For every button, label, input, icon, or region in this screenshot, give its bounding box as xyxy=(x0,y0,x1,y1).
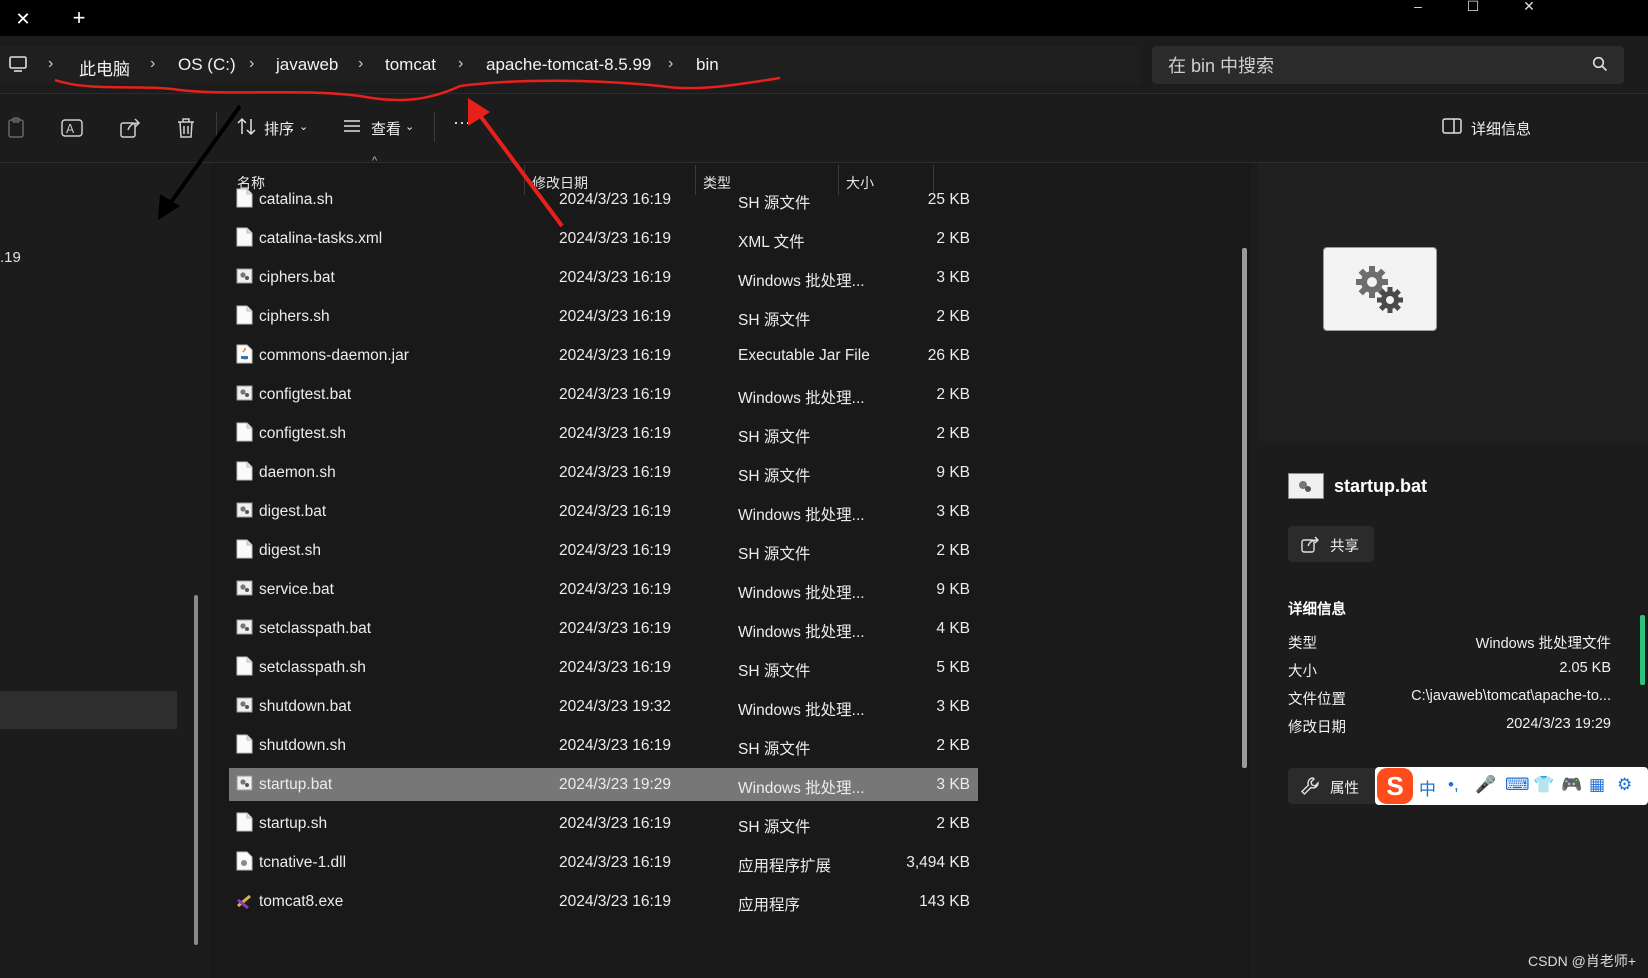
red-arrow-annotation xyxy=(468,100,564,228)
red-underline-annotation xyxy=(54,76,781,102)
black-arrow-annotation xyxy=(162,104,242,214)
watermark: CSDN @肖老师+ xyxy=(1528,953,1636,969)
annotation-overlay xyxy=(54,76,781,228)
black-arrowhead-annotation xyxy=(158,194,180,220)
